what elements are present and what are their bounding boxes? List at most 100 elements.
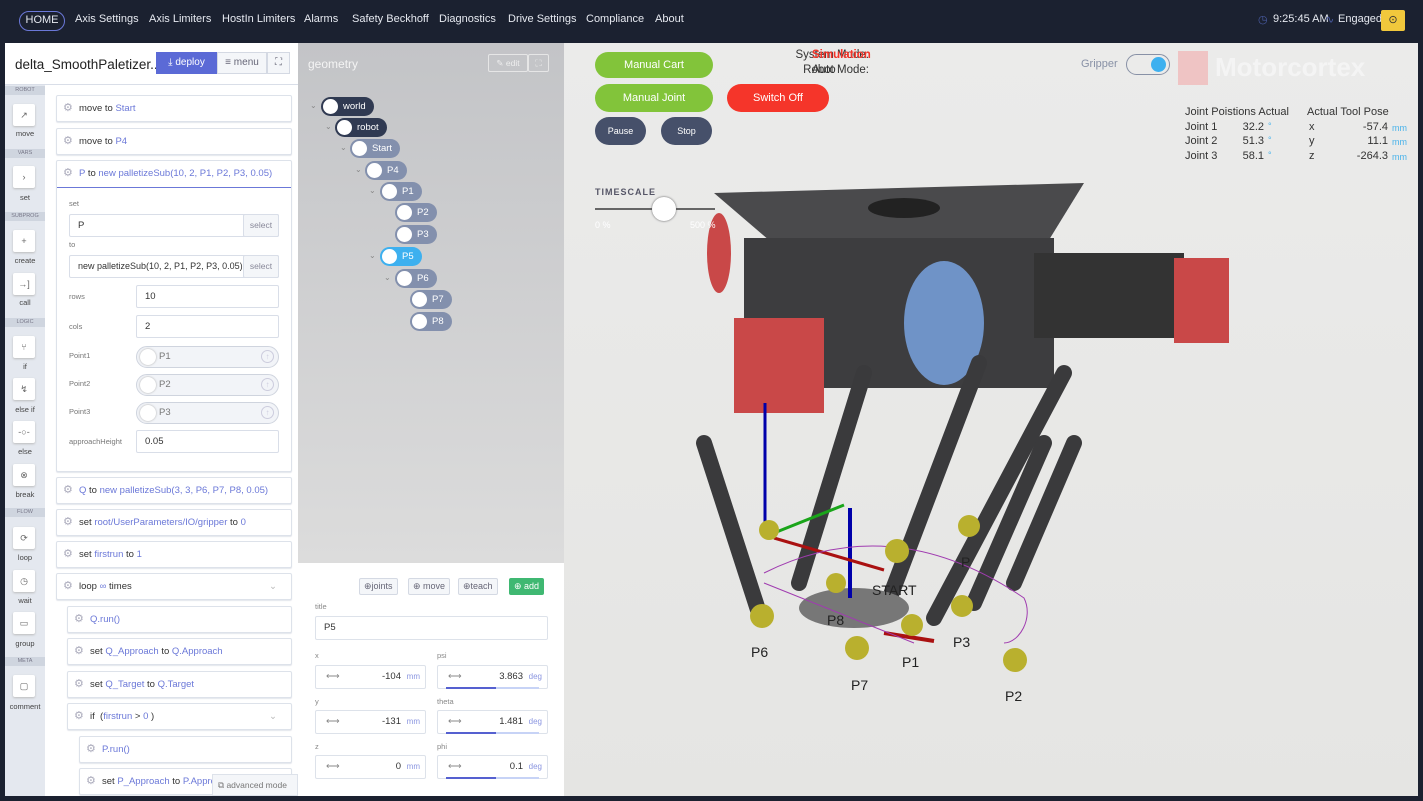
point3-selector[interactable]: P3 ↑	[136, 402, 279, 424]
title-input[interactable]: P5	[315, 616, 548, 640]
joints-button[interactable]: ⊕joints	[359, 578, 398, 595]
chevron-down-icon[interactable]: ⌄	[269, 704, 277, 729]
drag-arrows-icon[interactable]: ⟷	[326, 666, 340, 688]
block-value[interactable]: new palletizeSub(10, 2, P1, P2, P3, 0.05…	[98, 168, 272, 179]
slider-fill[interactable]	[446, 777, 496, 779]
palette-wait[interactable]: ◷	[13, 570, 35, 592]
block-p-run[interactable]: ⚙ P.run()	[79, 736, 292, 763]
block-value[interactable]: 1	[137, 549, 142, 560]
point2-selector[interactable]: P2 ↑	[136, 374, 279, 396]
block-set-q[interactable]: ⚙ Q to new palletizeSub(3, 3, P6, P7, P8,…	[56, 477, 292, 504]
block-value[interactable]: ∞	[100, 581, 107, 592]
block-loop[interactable]: ⚙ loop ∞ times ⌄	[56, 573, 292, 600]
tree-node-p5[interactable]: P5	[380, 247, 422, 266]
advanced-mode-button[interactable]: ⧉ advanced mode	[212, 774, 298, 796]
palette-break[interactable]: ⊗	[13, 464, 35, 486]
palette-else-if[interactable]: ↯	[13, 378, 35, 400]
stop-button[interactable]: Stop	[661, 117, 712, 145]
palette-call[interactable]: →]	[13, 273, 35, 295]
manual-cart-button[interactable]: Manual Cart	[595, 52, 713, 78]
nav-drive-settings[interactable]: Drive Settings	[508, 13, 576, 25]
timescale-slider-handle[interactable]	[651, 197, 676, 221]
palette-create[interactable]: +	[13, 230, 35, 252]
chevron-down-icon[interactable]: ⌄	[369, 186, 376, 195]
drag-arrows-icon[interactable]: ⟷	[448, 756, 462, 778]
drag-arrows-icon[interactable]: ⟷	[448, 711, 462, 733]
tree-node-start[interactable]: Start	[350, 139, 401, 158]
block-set-p[interactable]: ⚙ P to new palletizeSub(10, 2, P1, P2, P3…	[56, 160, 292, 472]
nav-hostin-limiters[interactable]: HostIn Limiters	[222, 13, 295, 25]
drag-arrows-icon[interactable]: ⟷	[326, 711, 340, 733]
nav-axis-settings[interactable]: Axis Settings	[75, 13, 139, 25]
theta-input[interactable]: ⟷ 1.481 deg	[437, 710, 548, 734]
set-select-button[interactable]: select	[243, 214, 279, 237]
block-value[interactable]: Start	[115, 103, 135, 114]
drag-arrows-icon[interactable]: ⟷	[326, 756, 340, 778]
tree-node-p2[interactable]: P2	[395, 203, 437, 222]
add-button[interactable]: ⊕ add	[509, 578, 545, 595]
palette-set[interactable]: ›	[13, 166, 35, 188]
chevron-down-icon[interactable]: ⌄	[384, 273, 391, 282]
block-set-q-approach[interactable]: ⚙ set Q_Approach to Q.Approach	[67, 638, 292, 665]
drag-arrows-icon[interactable]: ⟷	[448, 666, 462, 688]
block-value[interactable]: Q.Approach	[172, 646, 223, 657]
move-button[interactable]: ⊕ move	[408, 578, 451, 595]
tree-node-p3[interactable]: P3	[395, 225, 437, 244]
block-set-q-target[interactable]: ⚙ set Q_Target to Q.Target	[67, 671, 292, 698]
block-var[interactable]: Q	[79, 485, 86, 496]
palette-if[interactable]: ⑂	[13, 336, 35, 358]
point1-selector[interactable]: P1 ↑	[136, 346, 279, 368]
block-value[interactable]: 0	[143, 711, 148, 722]
nav-compliance[interactable]: Compliance	[586, 13, 644, 25]
block-var[interactable]: P	[79, 168, 85, 179]
block-var[interactable]: P_Approach	[117, 776, 169, 787]
rows-input[interactable]: 10	[136, 285, 279, 308]
block-var[interactable]: firstrun	[103, 711, 132, 722]
x-input[interactable]: ⟷ -104 mm	[315, 665, 426, 689]
nav-alarms[interactable]: Alarms	[304, 13, 338, 25]
palette-else[interactable]: -○-	[13, 421, 35, 443]
manual-joint-button[interactable]: Manual Joint	[595, 84, 713, 112]
nav-home[interactable]: HOME	[19, 11, 65, 31]
tree-node-p4[interactable]: P4	[365, 161, 407, 180]
palette-group[interactable]: ▭	[13, 612, 35, 634]
chevron-down-icon[interactable]: ⌄	[269, 574, 277, 599]
tree-node-p7[interactable]: P7	[410, 290, 452, 309]
block-set-gripper[interactable]: ⚙ set root/UserParameters/IO/gripper to 0	[56, 509, 292, 536]
palette-loop[interactable]: ⟳	[13, 527, 35, 549]
block-q-run[interactable]: ⚙ Q.run()	[67, 606, 292, 633]
geometry-collapse-button[interactable]: ⛶	[528, 54, 549, 72]
slider-fill[interactable]	[446, 687, 496, 689]
block-var[interactable]: Q_Approach	[105, 646, 158, 657]
power-button[interactable]: ⊙	[1381, 10, 1405, 31]
block-var[interactable]: firstrun	[94, 549, 123, 560]
palette-move[interactable]: ↗	[13, 104, 35, 126]
nav-about[interactable]: About	[655, 13, 684, 25]
to-select-button[interactable]: select	[243, 255, 279, 278]
gripper-toggle[interactable]	[1126, 54, 1170, 75]
chevron-down-icon[interactable]: ⌄	[310, 101, 317, 110]
block-value[interactable]: P.run()	[102, 744, 130, 755]
pause-button[interactable]: Pause	[595, 117, 646, 145]
y-input[interactable]: ⟷ -131 mm	[315, 710, 426, 734]
menu-button[interactable]: ≡ menu	[217, 52, 267, 74]
robot-3d-view[interactable]: P6 P8 START P1 P3 P7 P2 P Manual Cart Ma…	[564, 43, 1418, 796]
cols-input[interactable]: 2	[136, 315, 279, 338]
block-move-p4[interactable]: ⚙ move to P4	[56, 128, 292, 155]
slider-fill[interactable]	[446, 732, 496, 734]
block-var[interactable]: Q_Target	[105, 679, 144, 690]
nav-safety-beckhoff[interactable]: Safety Beckhoff	[352, 13, 429, 25]
block-value[interactable]: new palletizeSub(3, 3, P6, P7, P8, 0.05)	[100, 485, 268, 496]
geometry-edit-button[interactable]: ✎ edit	[488, 54, 528, 72]
tree-node-p6[interactable]: P6	[395, 269, 437, 288]
collapse-button[interactable]: ⛶	[267, 52, 290, 74]
deploy-button[interactable]: ⤓ deploy	[156, 52, 217, 74]
palette-comment[interactable]: ▢	[13, 675, 35, 697]
block-value[interactable]: 0	[241, 517, 246, 528]
switch-off-button[interactable]: Switch Off	[727, 84, 829, 112]
tree-node-robot[interactable]: robot	[335, 118, 387, 137]
block-var[interactable]: root/UserParameters/IO/gripper	[94, 517, 227, 528]
block-value[interactable]: P4	[115, 136, 127, 147]
chevron-down-icon[interactable]: ⌄	[355, 165, 362, 174]
nav-diagnostics[interactable]: Diagnostics	[439, 13, 496, 25]
